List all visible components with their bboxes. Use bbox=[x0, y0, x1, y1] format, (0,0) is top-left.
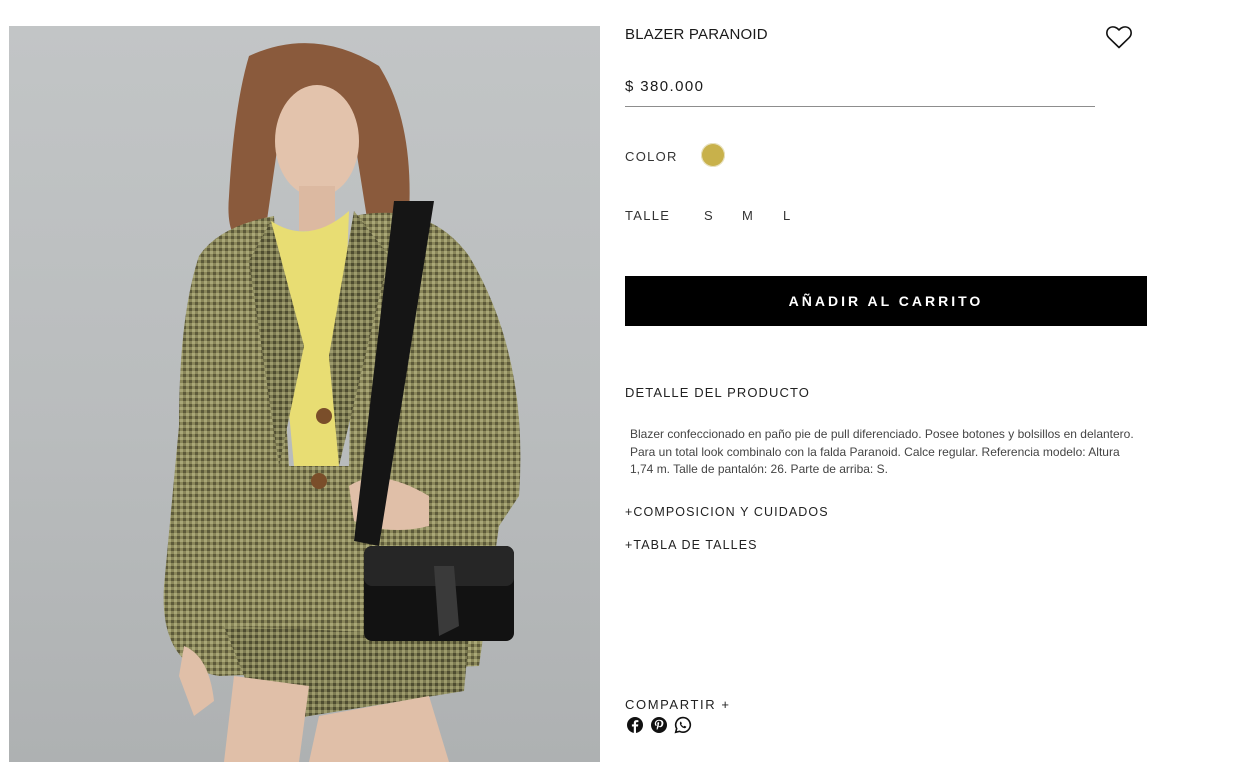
heart-outline-icon[interactable] bbox=[1104, 22, 1134, 52]
facebook-icon[interactable] bbox=[626, 716, 644, 734]
composition-care-toggle[interactable]: +COMPOSICION Y CUIDADOS bbox=[625, 505, 829, 519]
share-label[interactable]: COMPARTIR + bbox=[625, 697, 731, 712]
add-to-cart-button[interactable]: AÑADIR AL CARRITO bbox=[625, 276, 1147, 326]
size-option-s[interactable]: S bbox=[704, 208, 713, 223]
size-option-l[interactable]: L bbox=[783, 208, 790, 223]
model-photo bbox=[163, 43, 521, 762]
size-option-m[interactable]: M bbox=[742, 208, 753, 223]
pinterest-icon[interactable] bbox=[650, 716, 668, 734]
product-price: $ 380.000 bbox=[625, 78, 705, 95]
size-label: TALLE bbox=[625, 208, 671, 223]
color-label: COLOR bbox=[625, 149, 678, 164]
price-divider bbox=[625, 106, 1095, 107]
product-page: BLAZER PARANOID $ 380.000 COLOR TALLE S … bbox=[0, 0, 1238, 762]
whatsapp-icon[interactable] bbox=[674, 716, 692, 734]
color-swatch[interactable] bbox=[701, 143, 725, 167]
size-chart-toggle[interactable]: +TABLA DE TALLES bbox=[625, 538, 758, 552]
product-description: Blazer confeccionado en paño pie de pull… bbox=[630, 427, 1134, 476]
product-image[interactable] bbox=[9, 26, 600, 762]
product-detail-heading: DETALLE DEL PRODUCTO bbox=[625, 385, 811, 400]
product-title: BLAZER PARANOID bbox=[625, 26, 768, 43]
